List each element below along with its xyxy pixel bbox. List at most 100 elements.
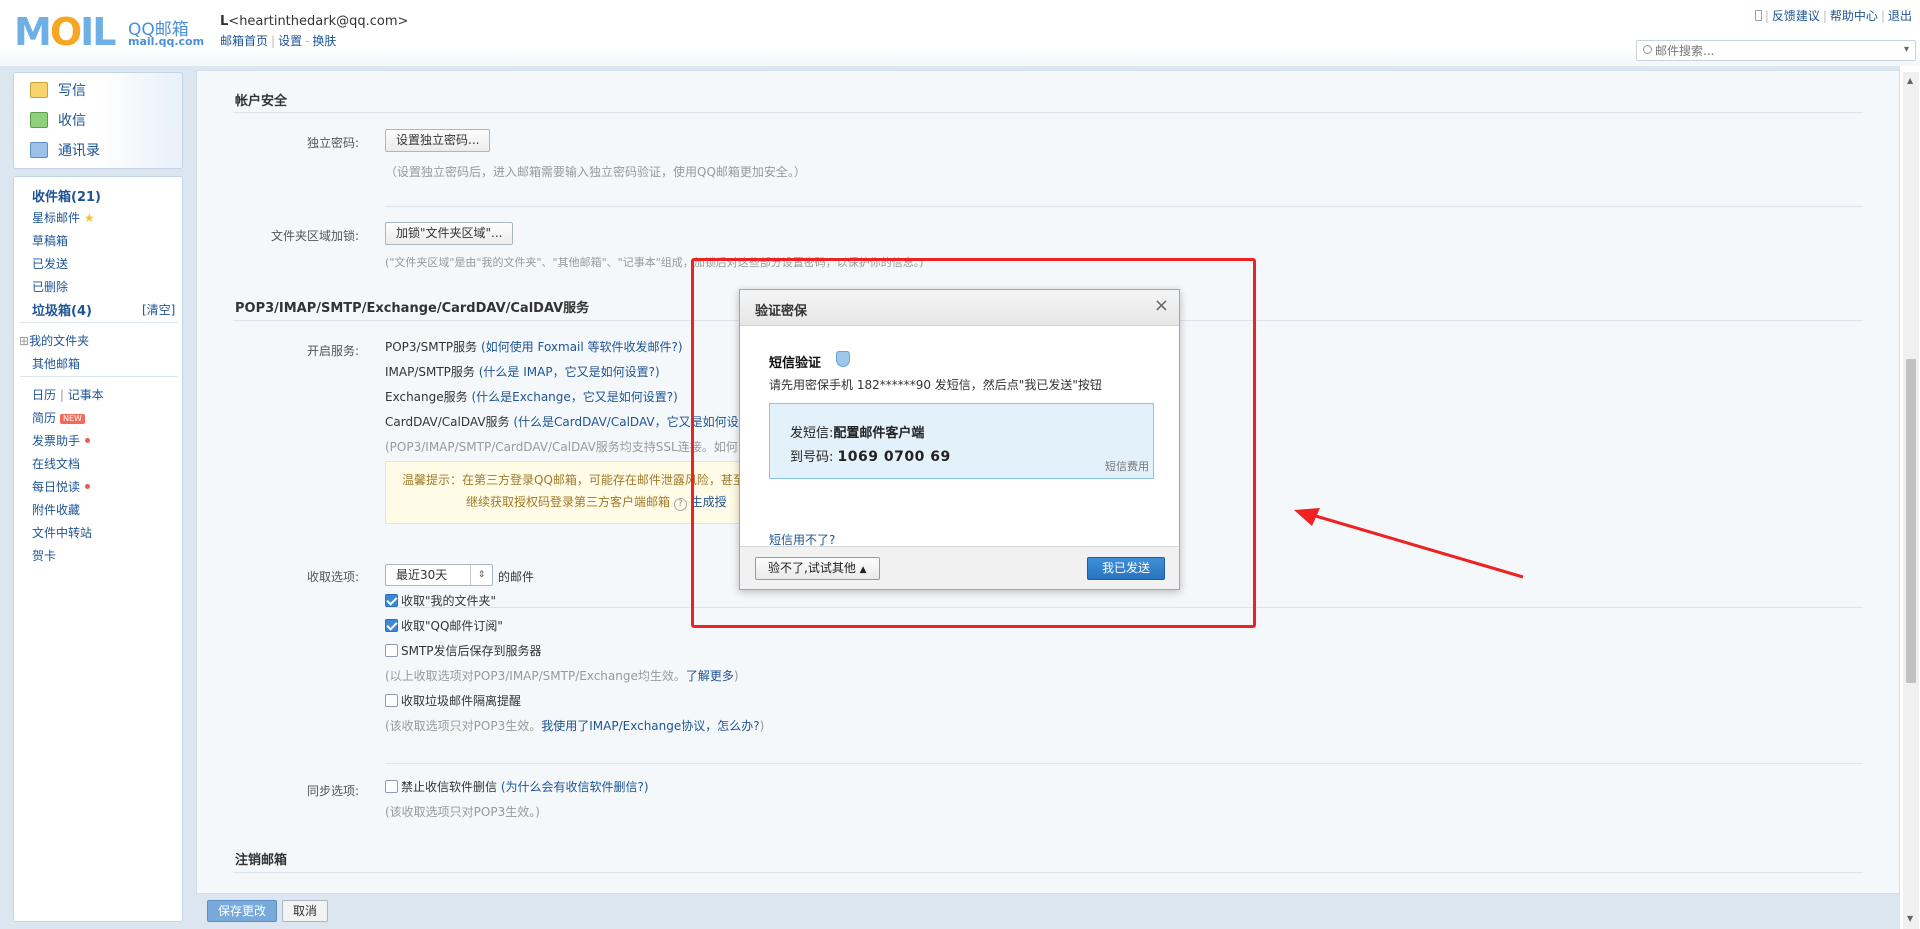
opt-smtp-save[interactable]: SMTP发信后保存到服务器 [385,642,542,659]
search-icon [1643,45,1652,54]
calendar-link[interactable]: 日历 [32,388,56,402]
divider [385,206,1863,207]
home-link[interactable]: 邮箱首页 [220,34,268,48]
new-badge: NEW [60,414,85,424]
chevron-down-icon[interactable]: ▾ [1904,44,1909,55]
sidebar-item-other[interactable]: 其他邮箱 [32,355,80,372]
red-dot-icon [85,484,91,489]
indep-pwd-hint: （设置独立密码后，进入邮箱需要输入独立密码验证，使用QQ邮箱更加安全。） [385,165,806,179]
checkbox-checked[interactable] [385,594,398,607]
logout-link[interactable]: 退出 [1888,9,1912,23]
sync-opt-label: 禁止收信软件删信 [401,780,498,794]
logo-domain: mail.qq.com [128,35,205,48]
help-link[interactable]: 帮助中心 [1830,9,1878,23]
stepper-icon[interactable]: ⇕ [470,565,492,585]
service-imap: IMAP/SMTP服务 (什么是 IMAP，它又是如何设置?) [385,363,660,380]
receive-button[interactable]: 收信 [30,109,86,133]
account-info: L<heartinthedark@qq.com> [220,14,408,29]
phone-icon[interactable] [1754,10,1762,21]
notes-link[interactable]: 记事本 [68,388,104,402]
checkbox[interactable] [385,644,398,657]
sidebar-item-spam[interactable]: 垃圾箱(4) [32,300,92,319]
sidebar-item-starred[interactable]: 星标邮件 ★ [32,209,95,226]
mail-search[interactable]: ▾ [1636,40,1916,61]
receive-icon [30,112,48,128]
qqmail-logo[interactable]: MOIL QQ邮箱 mail.qq.com [14,12,204,52]
opt-hint2: (该收取选项只对POP3生效。我使用了IMAP/Exchange协议，怎么办?) [385,719,765,733]
sidebar-item-drafts[interactable]: 草稿箱 [32,232,68,249]
sidebar-item-invoice[interactable]: 发票助手 [32,432,91,449]
sidebar-item-resume[interactable]: 简历 NEW [32,409,85,426]
feedback-link[interactable]: 反馈建议 [1772,9,1820,23]
divider [385,763,1863,764]
settings-link[interactable]: 设置 [278,34,302,48]
recv-suffix: 的邮件 [498,570,535,584]
my-folders-label: 我的文件夹 [29,334,90,348]
spam-clear-link[interactable]: [清空] [142,301,175,318]
daily-label: 每日悦读 [32,480,81,494]
scroll-down-icon[interactable]: ▼ [1907,914,1913,923]
contacts-icon [30,142,48,158]
scroll-thumb[interactable] [1906,359,1916,683]
sidebar-item-docs[interactable]: 在线文档 [32,455,80,472]
pop3-help-link[interactable]: (如何使用 Foxmail 等软件收发邮件?) [481,340,683,354]
warm-tip-text: 继续获取授权码登录第三方客户端邮箱 [466,495,671,509]
exchange-help-link[interactable]: (什么是Exchange，它又是如何设置?) [471,390,677,404]
imap-what-link[interactable]: 我使用了IMAP/Exchange协议，怎么办? [541,719,759,733]
checkbox[interactable] [385,780,398,793]
sidebar-item-daily[interactable]: 每日悦读 [32,478,91,495]
opt-spam[interactable]: 收取垃圾邮件隔离提醒 [385,692,521,709]
checkbox-checked[interactable] [385,619,398,632]
star-icon: ★ [83,211,95,225]
expand-icon: ⊞ [19,334,30,348]
sidebar-item-card[interactable]: 贺卡 [32,547,56,564]
checkbox[interactable] [385,694,398,707]
indep-pwd-label: 独立密码: [306,136,359,150]
sync-why-link[interactable]: (为什么会有收信软件删信?) [501,780,649,794]
opt-subscribe[interactable]: 收取"QQ邮件订阅" [385,617,503,634]
resume-label: 简历 [32,411,57,425]
imap-help-link[interactable]: (什么是 IMAP，它又是如何设置?) [479,365,660,379]
folder-lock-button[interactable]: 加锁"文件夹区域"... [385,222,514,245]
starred-label: 星标邮件 [32,211,81,225]
sync-hint: (该收取选项只对POP3生效。) [385,805,540,819]
logo-mark: MOIL [14,10,116,54]
scroll-up-icon[interactable]: ▲ [1907,76,1913,85]
sync-opt[interactable]: 禁止收信软件删信 (为什么会有收信软件删信?) [385,778,649,795]
sidebar-item-transfer[interactable]: 文件中转站 [32,524,92,541]
contacts-button[interactable]: 通讯录 [30,139,100,163]
question-icon[interactable]: ? [673,498,687,511]
sidebar-item-inbox[interactable]: 收件箱(21) [32,186,101,205]
account-email: <heartinthedark@qq.com> [228,14,409,29]
compose-button[interactable]: 写信 [30,79,86,103]
set-indep-pwd-button[interactable]: 设置独立密码... [385,129,491,152]
sidebar-folders: 收件箱(21) 星标邮件 ★ 草稿箱 已发送 已删除 垃圾箱(4) [清空] ⊞… [13,176,183,922]
save-button[interactable]: 保存更改 [207,900,278,922]
annotation-highlight-box [691,258,1256,628]
enable-services-label: 开启服务: [306,344,359,358]
opt-myfolder-label: 收取"我的文件夹" [401,594,497,608]
search-input[interactable] [1655,42,1895,59]
section-divider [233,872,1863,873]
recv-range-value: 最近30天 [396,568,448,582]
sidebar-item-deleted[interactable]: 已删除 [32,278,68,295]
sidebar-item-my-folders[interactable]: ⊞我的文件夹 [19,332,89,349]
page-scrollbar[interactable]: ▲ ▼ [1903,72,1919,929]
skin-link[interactable]: 换肤 [312,34,336,48]
sidebar-tools: 写信 收信 通讯录 [13,72,183,169]
opt-myfolder[interactable]: 收取"我的文件夹" [385,592,496,609]
ssl-hint: (POP3/IMAP/SMTP/CardDAV/CalDAV服务均支持SSL连接… [385,440,738,454]
sidebar-item-sent[interactable]: 已发送 [32,255,68,272]
exchange-label: Exchange服务 [385,390,468,404]
learn-more-link[interactable]: 了解更多 [686,669,734,683]
opt-hint1-text: (以上收取选项对POP3/IMAP/SMTP/Exchange均生效。 [385,669,686,683]
opt-subscribe-label: 收取"QQ邮件订阅" [401,619,503,633]
sidebar-item-attach[interactable]: 附件收藏 [32,501,80,518]
cancel-button[interactable]: 取消 [282,900,329,922]
recv-options-label: 收取选项: [306,570,359,584]
account-links: 邮箱首页 | 设置 - 换肤 [220,34,337,48]
recv-range-select[interactable]: 最近30天 ⇕ [385,564,493,586]
sync-options-label: 同步选项: [306,784,359,798]
divider [20,322,178,323]
section-title-services: POP3/IMAP/SMTP/Exchange/CardDAV/CalDAV服务 [235,301,590,316]
